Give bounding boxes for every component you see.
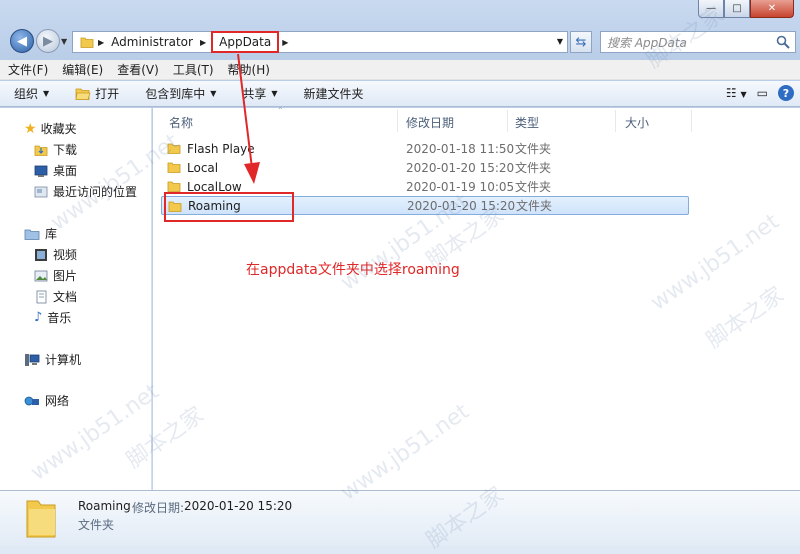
roaming-highlight-box: [164, 192, 294, 222]
explorer-window: — □ ✕ ◀ ▶ ▼ ▶ Administrator ▶ AppData ▶ …: [0, 0, 800, 554]
details-modified-value: 2020-01-20 15:20: [184, 499, 293, 513]
annotation-text: 在appdata文件夹中选择roaming: [246, 262, 460, 278]
details-type: 文件夹: [78, 518, 115, 532]
details-name: Roaming: [78, 499, 131, 513]
details-pane: Roaming 修改日期: 2020-01-20 15:20 文件夹: [0, 490, 800, 546]
details-modified-label: 修改日期:: [132, 501, 185, 515]
large-folder-icon: [26, 500, 56, 538]
